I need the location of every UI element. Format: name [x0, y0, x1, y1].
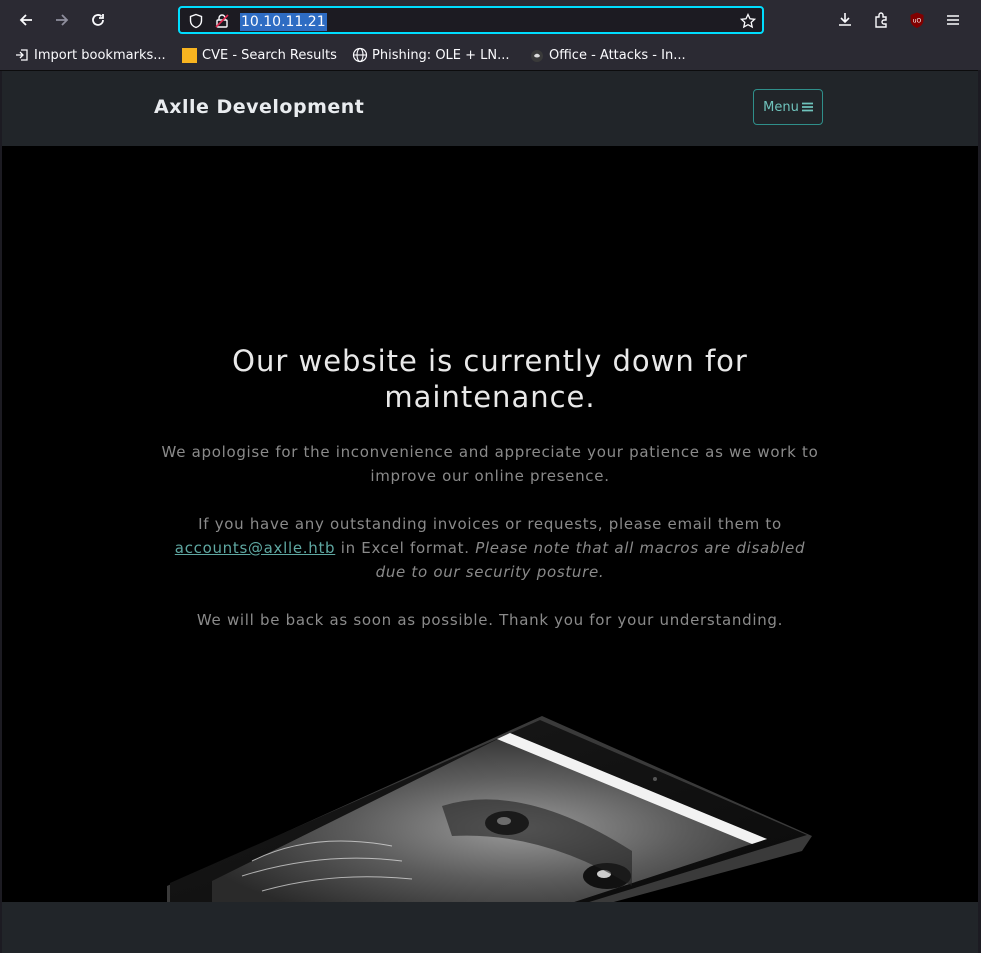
invoice-paragraph: If you have any outstanding invoices or …	[157, 512, 823, 584]
back-button[interactable]	[12, 6, 40, 34]
svg-text:uO: uO	[913, 18, 922, 25]
reload-button[interactable]	[84, 6, 112, 34]
bookmark-label: Import bookmarks...	[34, 47, 166, 63]
app-menu-button[interactable]	[939, 6, 967, 34]
globe-icon	[352, 47, 368, 63]
extensions-button[interactable]	[867, 6, 895, 34]
star-bookmark-icon[interactable]	[740, 13, 756, 29]
downloads-button[interactable]	[831, 6, 859, 34]
apology-paragraph: We apologise for the inconvenience and a…	[161, 443, 819, 485]
bookmark-import[interactable]: Import bookmarks...	[14, 46, 166, 64]
puzzle-icon	[875, 12, 887, 28]
format-text: in Excel format.	[340, 539, 470, 557]
back-arrow-icon	[19, 14, 32, 26]
tablet-illustration	[167, 716, 812, 903]
return-paragraph: We will be back as soon as possible. Tha…	[196, 611, 784, 629]
download-icon	[839, 13, 851, 26]
bookmark-label: Office - Attacks - In...	[549, 47, 686, 63]
menu-button[interactable]: Menu	[753, 89, 823, 125]
tablet-image	[162, 711, 822, 903]
url-text[interactable]: 10.10.11.21	[240, 13, 327, 31]
bookmarks-toolbar: Import bookmarks... CVE - Search Results…	[0, 40, 981, 71]
maintenance-heading: Our website is currently down for mainte…	[232, 344, 748, 414]
menu-label: Menu	[763, 99, 799, 115]
shield-icon[interactable]	[188, 13, 204, 29]
bookmark-cve[interactable]: CVE - Search Results	[182, 46, 337, 64]
site-navbar: Axlle Development Menu	[2, 71, 978, 146]
office-favicon	[529, 47, 545, 63]
forward-button[interactable]	[48, 6, 76, 34]
web-page: Axlle Development Menu Our website is cu…	[2, 71, 978, 953]
reload-icon	[92, 14, 104, 26]
browser-toolbar: 10.10.11.21 uO	[0, 0, 981, 40]
cve-favicon	[182, 47, 198, 63]
hamburger-menu-icon	[947, 15, 959, 25]
bookmark-phishing[interactable]: Phishing: OLE + LN...	[352, 46, 510, 64]
email-link[interactable]: accounts@axlle.htb	[175, 539, 335, 557]
site-brand[interactable]: Axlle Development	[154, 96, 364, 118]
url-bar[interactable]: 10.10.11.21	[178, 6, 764, 34]
bookmark-label: CVE - Search Results	[202, 47, 337, 63]
page-footer-band	[2, 902, 978, 953]
forward-arrow-icon	[56, 14, 69, 26]
invoice-text: If you have any outstanding invoices or …	[198, 515, 782, 533]
bookmark-office[interactable]: Office - Attacks - In...	[529, 46, 686, 64]
bars-icon	[801, 102, 813, 112]
import-icon	[14, 47, 30, 63]
bookmark-label: Phishing: OLE + LN...	[372, 47, 510, 63]
ublock-button[interactable]: uO	[903, 6, 931, 34]
ublock-origin-icon: uO	[910, 12, 924, 28]
insecure-lock-icon[interactable]	[214, 13, 230, 29]
